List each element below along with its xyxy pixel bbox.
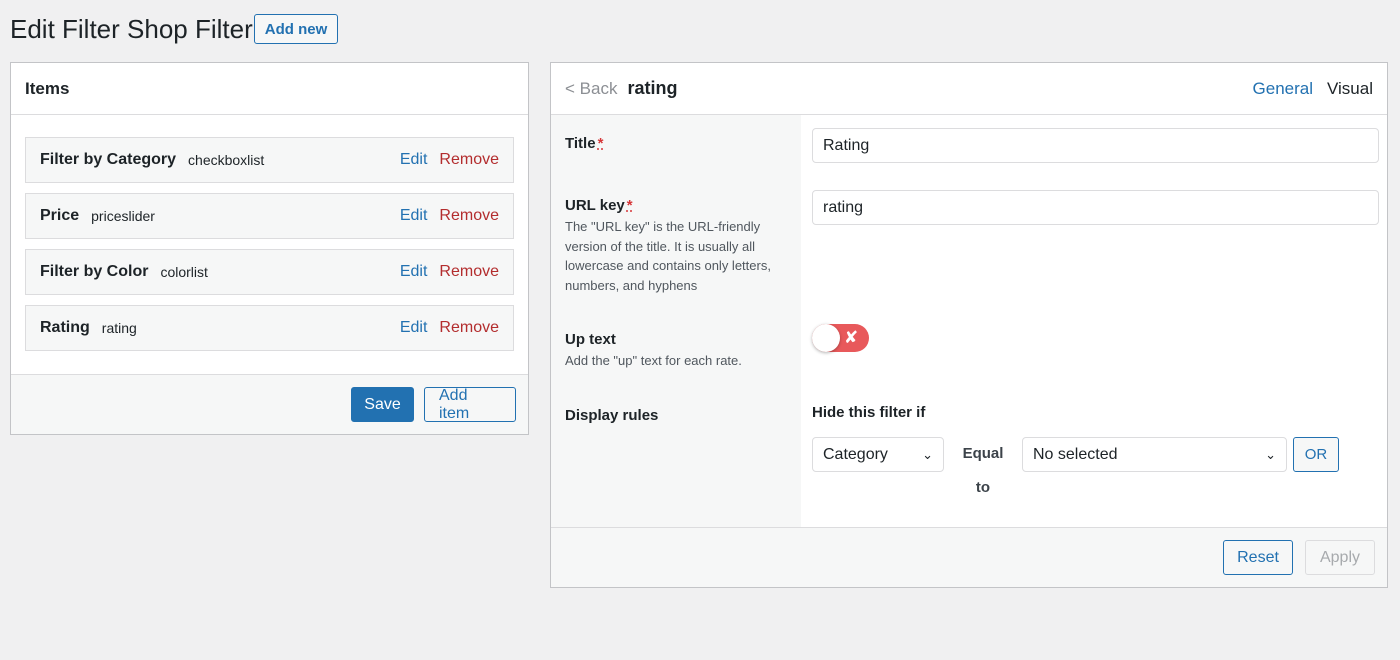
or-button[interactable]: OR [1293,437,1339,472]
rule-value-select[interactable]: No selected ⌄ [1022,437,1287,472]
apply-button[interactable]: Apply [1305,540,1375,575]
page: Edit Filter Shop Filter Add new Items Fi… [0,0,1400,660]
item-name: Filter by Color [40,263,149,280]
edit-panel-footer: Reset Apply [551,527,1387,587]
hide-filter-heading: Hide this filter if [812,404,926,421]
close-icon: ✘ [844,328,859,347]
rule-field-select[interactable]: Category ⌄ [812,437,944,472]
required-marker: * [597,135,604,152]
up-text-label: Up text [565,331,616,348]
label-column [551,115,801,529]
list-item: Rating rating Edit Remove [25,305,514,351]
edit-form: Title * Rating URL key * The "URL key" is … [551,115,1389,529]
reset-button[interactable]: Reset [1223,540,1293,575]
edit-panel: < Back rating General Visual Title * Rati… [550,62,1388,588]
url-key-label: URL key * [565,197,633,214]
rule-value: No selected [1033,445,1118,463]
item-edit-link[interactable]: Edit [400,207,428,225]
item-name: Rating [40,319,90,336]
item-edit-link[interactable]: Edit [400,319,428,337]
add-new-button[interactable]: Add new [254,14,338,44]
items-panel-title: Items [11,63,528,115]
display-rules-label: Display rules [565,407,659,424]
item-edit-link[interactable]: Edit [400,151,428,169]
chevron-down-icon: ⌄ [922,446,933,462]
edit-panel-header: < Back rating General Visual [551,63,1387,115]
toggle-knob [812,324,840,352]
items-list: Filter by Category checkboxlist Edit Rem… [11,115,528,377]
tab-visual[interactable]: Visual [1327,79,1373,99]
rule-operator-label: Equal to [962,445,1004,496]
url-key-description: The "URL key" is the URL-friendly versio… [565,219,771,293]
list-item: Price priceslider Edit Remove [25,193,514,239]
items-panel-footer: Save Add item [11,374,528,434]
url-key-input[interactable]: rating [812,190,1379,225]
item-type: rating [101,320,137,336]
item-type: priceslider [91,208,155,224]
up-text-description: Add the "up" text for each rate. [565,353,742,368]
item-name: Filter by Category [40,151,177,168]
page-title: Edit Filter Shop Filter [10,14,253,44]
item-remove-link[interactable]: Remove [439,151,499,169]
title-label: Title * [565,135,604,152]
edit-item-title: rating [627,78,678,98]
back-link[interactable]: < Back [565,79,617,99]
list-item: Filter by Category checkboxlist Edit Rem… [25,137,514,183]
save-button[interactable]: Save [351,387,414,422]
list-item: Filter by Color colorlist Edit Remove [25,249,514,295]
item-type: colorlist [160,264,208,280]
item-remove-link[interactable]: Remove [439,319,499,337]
required-marker: * [626,197,633,214]
item-type: checkboxlist [188,152,265,168]
item-remove-link[interactable]: Remove [439,207,499,225]
add-item-button[interactable]: Add item [424,387,516,422]
tab-general[interactable]: General [1253,79,1313,99]
rule-field-value: Category [823,445,888,463]
items-panel: Items Filter by Category checkboxlist Ed… [10,62,529,435]
item-edit-link[interactable]: Edit [400,263,428,281]
chevron-down-icon: ⌄ [1265,446,1276,462]
title-input[interactable]: Rating [812,128,1379,163]
item-name: Price [40,207,80,224]
item-remove-link[interactable]: Remove [439,263,499,281]
up-text-toggle[interactable]: ✘ [812,324,869,352]
